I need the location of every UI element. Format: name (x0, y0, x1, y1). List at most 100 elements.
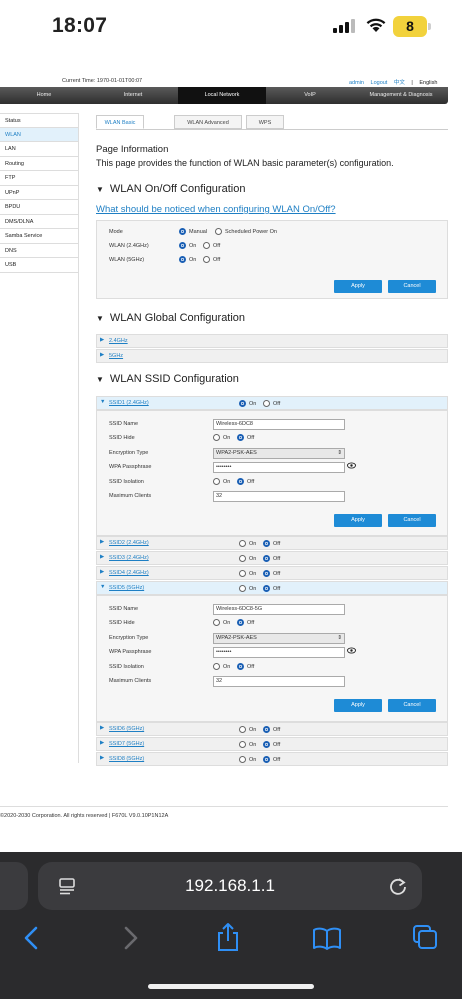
ssid5-hide-off-radio[interactable] (237, 619, 244, 626)
ssid7-row[interactable]: ▶ SSID7 (5GHz) On Off (96, 737, 448, 751)
chinese-language-link[interactable]: 中文 (394, 80, 405, 86)
ssid1-isolation-off-radio[interactable] (237, 478, 244, 485)
sidebar-item-dns[interactable]: DNS (0, 243, 78, 258)
nav-management-diagnosis[interactable]: Management & Diagnosis (354, 87, 448, 104)
ssid8-off-radio[interactable] (263, 756, 270, 763)
sidebar-item-status[interactable]: Status (0, 113, 78, 128)
ssid1-maxclients-input[interactable]: 32 (213, 491, 345, 502)
nav-voip[interactable]: VoIP (266, 87, 354, 104)
sidebar-item-samba[interactable]: Samba Service (0, 229, 78, 244)
ssid3-row[interactable]: ▶ SSID3 (2.4GHz) On Off (96, 551, 448, 565)
ssid3-off-radio[interactable] (263, 555, 270, 562)
tab-wlan-advanced[interactable]: WLAN Advanced (174, 115, 242, 129)
ssid1-hide-off-radio[interactable] (237, 434, 244, 441)
ssid8-on-radio[interactable] (239, 756, 246, 763)
forward-icon[interactable] (122, 926, 140, 950)
ssid4-label[interactable]: SSID4 (2.4GHz) (109, 570, 149, 576)
ssid7-label[interactable]: SSID7 (5GHz) (109, 741, 144, 747)
ssid5-cancel-button[interactable]: Cancel (388, 699, 436, 712)
ssid5-hide-on-radio[interactable] (213, 619, 220, 626)
ssid8-label[interactable]: SSID8 (5GHz) (109, 756, 144, 762)
ssid5-maxclients-input[interactable]: 32 (213, 676, 345, 687)
ssid-section-header[interactable]: ▼ WLAN SSID Configuration (96, 373, 239, 385)
share-icon[interactable] (216, 922, 240, 952)
ssid1-on-radio[interactable] (239, 400, 246, 407)
ssid2-label[interactable]: SSID2 (2.4GHz) (109, 540, 149, 546)
wlan24-off-radio[interactable] (203, 242, 210, 249)
ssid3-on-radio[interactable] (239, 555, 246, 562)
tabs-icon[interactable] (412, 924, 438, 950)
sidebar-item-bpdu[interactable]: BPDU (0, 200, 78, 215)
ssid7-on-radio[interactable] (239, 741, 246, 748)
ssid5-label[interactable]: SSID5 (5GHz) (109, 585, 144, 591)
onoff-section-header[interactable]: ▼ WLAN On/Off Configuration (96, 183, 245, 195)
eye-icon[interactable] (347, 647, 356, 654)
ssid5-apply-button[interactable]: Apply (334, 699, 382, 712)
ssid2-off-radio[interactable] (263, 540, 270, 547)
ssid6-label[interactable]: SSID6 (5GHz) (109, 726, 144, 732)
ssid6-off-radio[interactable] (263, 726, 270, 733)
ssid1-row[interactable]: ▼ SSID1 (2.4GHz) On Off (96, 396, 448, 410)
nav-internet[interactable]: Internet (88, 87, 178, 104)
ssid5-row[interactable]: ▼ SSID5 (5GHz) On Off (96, 581, 448, 595)
back-icon[interactable] (22, 926, 40, 950)
admin-link[interactable]: admin (349, 80, 364, 86)
bookmarks-icon[interactable] (312, 926, 342, 950)
sidebar-item-dms-dlna[interactable]: DMS/DLNA (0, 214, 78, 229)
ssid1-apply-button[interactable]: Apply (334, 514, 382, 527)
ssid2-row[interactable]: ▶ SSID2 (2.4GHz) On Off (96, 536, 448, 550)
ssid1-passphrase-input[interactable]: •••••••• (213, 462, 345, 473)
global-section-header[interactable]: ▼ WLAN Global Configuration (96, 312, 245, 324)
onoff-apply-button[interactable]: Apply (334, 280, 382, 293)
sidebar-item-wlan[interactable]: WLAN (0, 127, 78, 142)
sidebar-item-routing[interactable]: Routing (0, 156, 78, 171)
onoff-cancel-button[interactable]: Cancel (388, 280, 436, 293)
nav-local-network[interactable]: Local Network (178, 87, 266, 104)
english-language-link[interactable]: English (419, 80, 437, 86)
previous-tab-peek[interactable] (0, 862, 28, 910)
global-24ghz-label[interactable]: 2.4GHz (109, 338, 128, 344)
nav-home[interactable]: Home (0, 87, 88, 104)
onoff-notice-link[interactable]: What should be noticed when configuring … (96, 204, 336, 215)
mode-manual-radio[interactable] (179, 228, 186, 235)
ssid1-encryption-select[interactable]: WPA2-PSK-AES ⇕ (213, 448, 345, 459)
sidebar-item-upnp[interactable]: UPnP (0, 185, 78, 200)
ssid5-isolation-on-radio[interactable] (213, 663, 220, 670)
tab-wps[interactable]: WPS (246, 115, 284, 129)
tab-wlan-basic[interactable]: WLAN Basic (96, 115, 144, 129)
wlan24-on-radio[interactable] (179, 242, 186, 249)
ssid5-off-radio[interactable] (263, 585, 270, 592)
global-row-24ghz[interactable]: ▶ 2.4GHz (96, 334, 448, 348)
ssid1-isolation-on-radio[interactable] (213, 478, 220, 485)
ssid1-cancel-button[interactable]: Cancel (388, 514, 436, 527)
global-5ghz-label[interactable]: 5GHz (109, 353, 123, 359)
ssid5-passphrase-input[interactable]: •••••••• (213, 647, 345, 658)
ssid1-name-input[interactable]: Wireless-6DC8 (213, 419, 345, 430)
ssid5-name-input[interactable]: Wireless-6DC8-5G (213, 604, 345, 615)
reload-icon[interactable] (388, 876, 408, 896)
wlan5-on-radio[interactable] (179, 256, 186, 263)
sidebar-item-usb[interactable]: USB (0, 258, 78, 273)
ssid8-row[interactable]: ▶ SSID8 (5GHz) On Off (96, 752, 448, 766)
mode-scheduled-radio[interactable] (215, 228, 222, 235)
ssid1-off-radio[interactable] (263, 400, 270, 407)
url-text[interactable]: 192.168.1.1 (38, 876, 422, 896)
wlan5-off-radio[interactable] (203, 256, 210, 263)
logout-link[interactable]: Logout (371, 80, 388, 86)
ssid7-off-radio[interactable] (263, 741, 270, 748)
ssid5-isolation-off-radio[interactable] (237, 663, 244, 670)
sidebar-item-lan[interactable]: LAN (0, 142, 78, 157)
ssid5-encryption-select[interactable]: WPA2-PSK-AES ⇕ (213, 633, 345, 644)
ssid4-on-radio[interactable] (239, 570, 246, 577)
address-bar[interactable]: 192.168.1.1 (38, 862, 422, 910)
eye-icon[interactable] (347, 462, 356, 469)
global-row-5ghz[interactable]: ▶ 5GHz (96, 349, 448, 363)
ssid2-on-radio[interactable] (239, 540, 246, 547)
ssid1-hide-on-radio[interactable] (213, 434, 220, 441)
sidebar-item-ftp[interactable]: FTP (0, 171, 78, 186)
ssid1-label[interactable]: SSID1 (2.4GHz) (109, 400, 149, 406)
ssid4-row[interactable]: ▶ SSID4 (2.4GHz) On Off (96, 566, 448, 580)
ssid3-label[interactable]: SSID3 (2.4GHz) (109, 555, 149, 561)
ssid5-on-radio[interactable] (239, 585, 246, 592)
ssid4-off-radio[interactable] (263, 570, 270, 577)
